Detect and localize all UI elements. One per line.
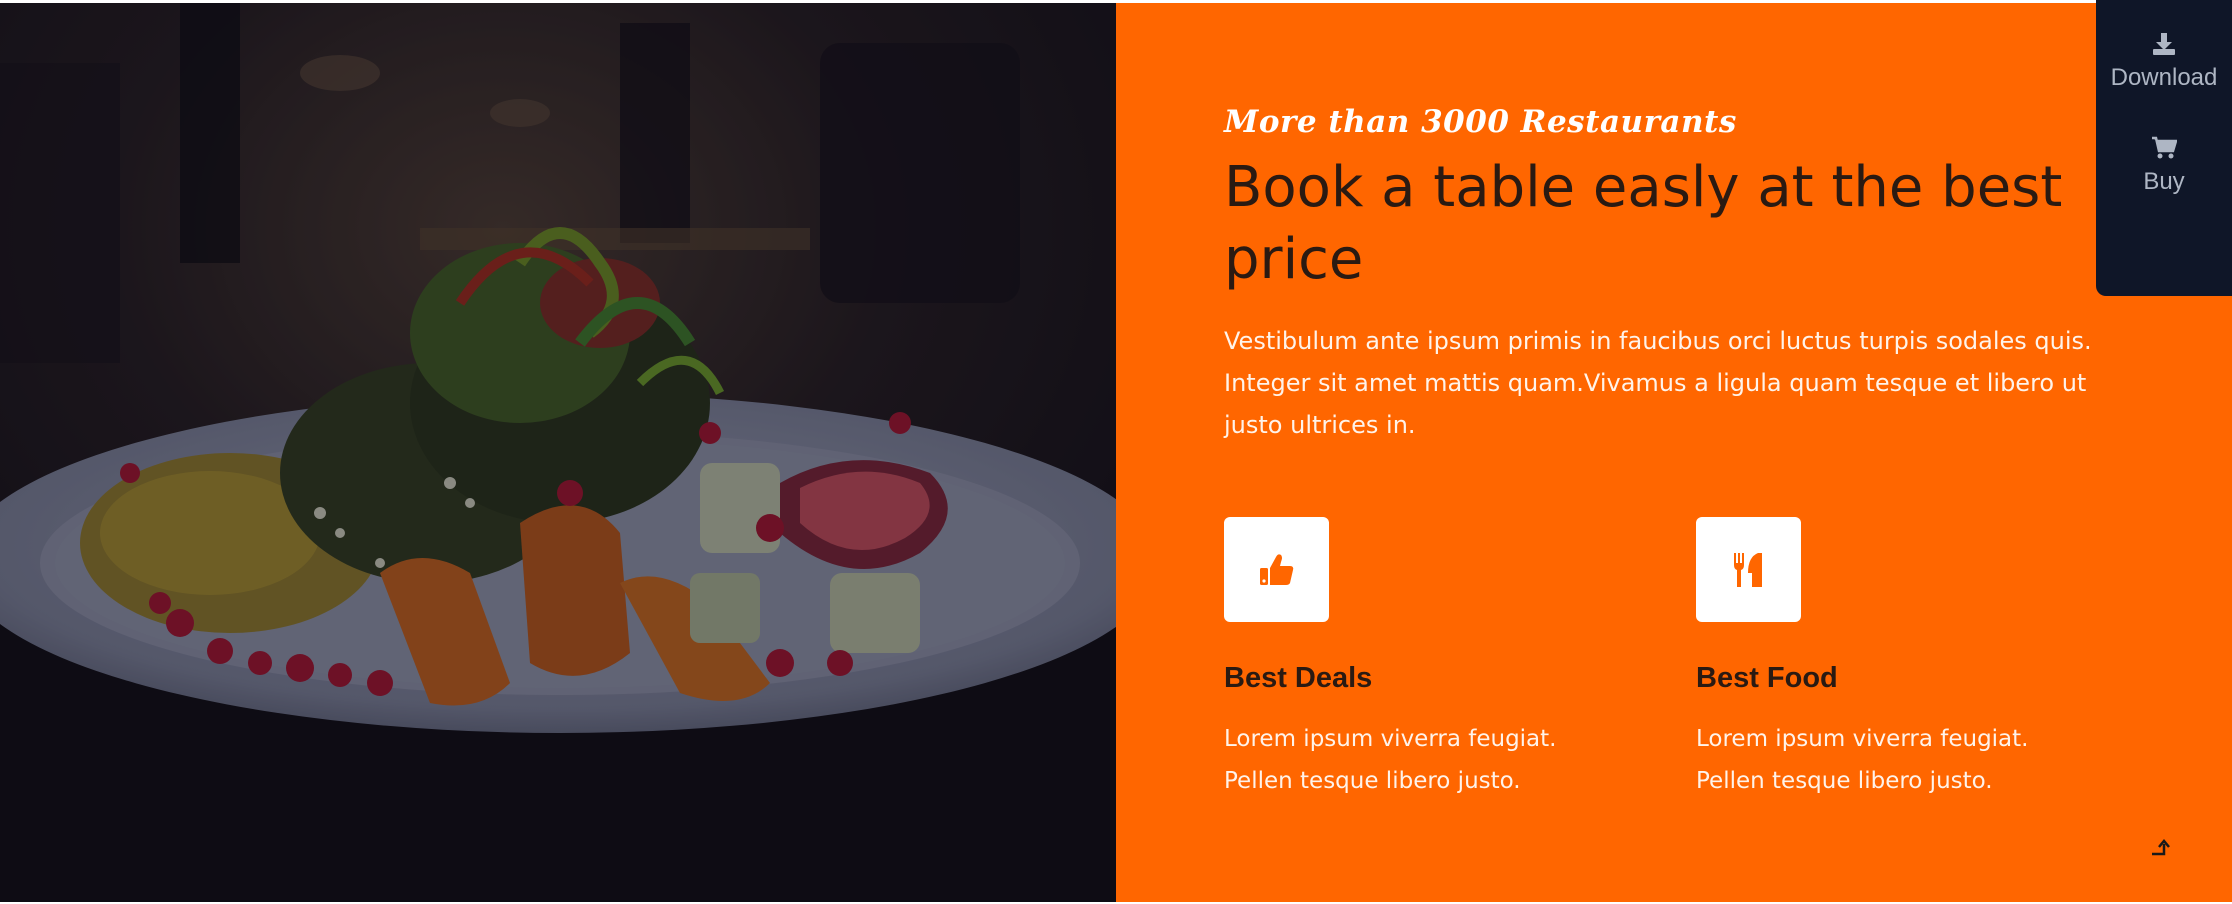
feature-best-deals: Best Deals Lorem ipsum viverra feugiat. …	[1224, 517, 1644, 802]
feature-icon-box	[1696, 517, 1801, 622]
feature-icon-box	[1224, 517, 1329, 622]
floating-side-panel: Download Buy	[2096, 0, 2232, 296]
section-kicker: More than 3000 Restaurants	[1224, 104, 1737, 140]
download-icon	[2153, 33, 2175, 55]
page-title: Book a table easly at the best price	[1224, 155, 2063, 292]
utensils-icon	[1733, 552, 1762, 587]
thumbs-up-icon	[1259, 553, 1293, 585]
feature-title: Best Food	[1696, 662, 1838, 694]
page: More than 3000 Restaurants Book a table …	[0, 0, 2232, 904]
download-button[interactable]: Download	[2096, 32, 2232, 92]
section-description: Vestibulum ante ipsum primis in faucibus…	[1224, 327, 2092, 439]
download-label: Download	[2110, 64, 2218, 91]
buy-button[interactable]: Buy	[2096, 136, 2232, 196]
back-to-top-icon[interactable]	[2150, 838, 2178, 860]
feature-best-food: Best Food Lorem ipsum viverra feugiat. P…	[1696, 517, 2116, 802]
buy-label: Buy	[2143, 168, 2185, 195]
feature-text: Lorem ipsum viverra feugiat. Pellen tesq…	[1696, 726, 2029, 794]
feature-title: Best Deals	[1224, 662, 1373, 694]
feature-text: Lorem ipsum viverra feugiat. Pellen tesq…	[1224, 726, 1557, 794]
hero-food-image	[0, 3, 1116, 902]
cart-icon	[2152, 136, 2177, 159]
